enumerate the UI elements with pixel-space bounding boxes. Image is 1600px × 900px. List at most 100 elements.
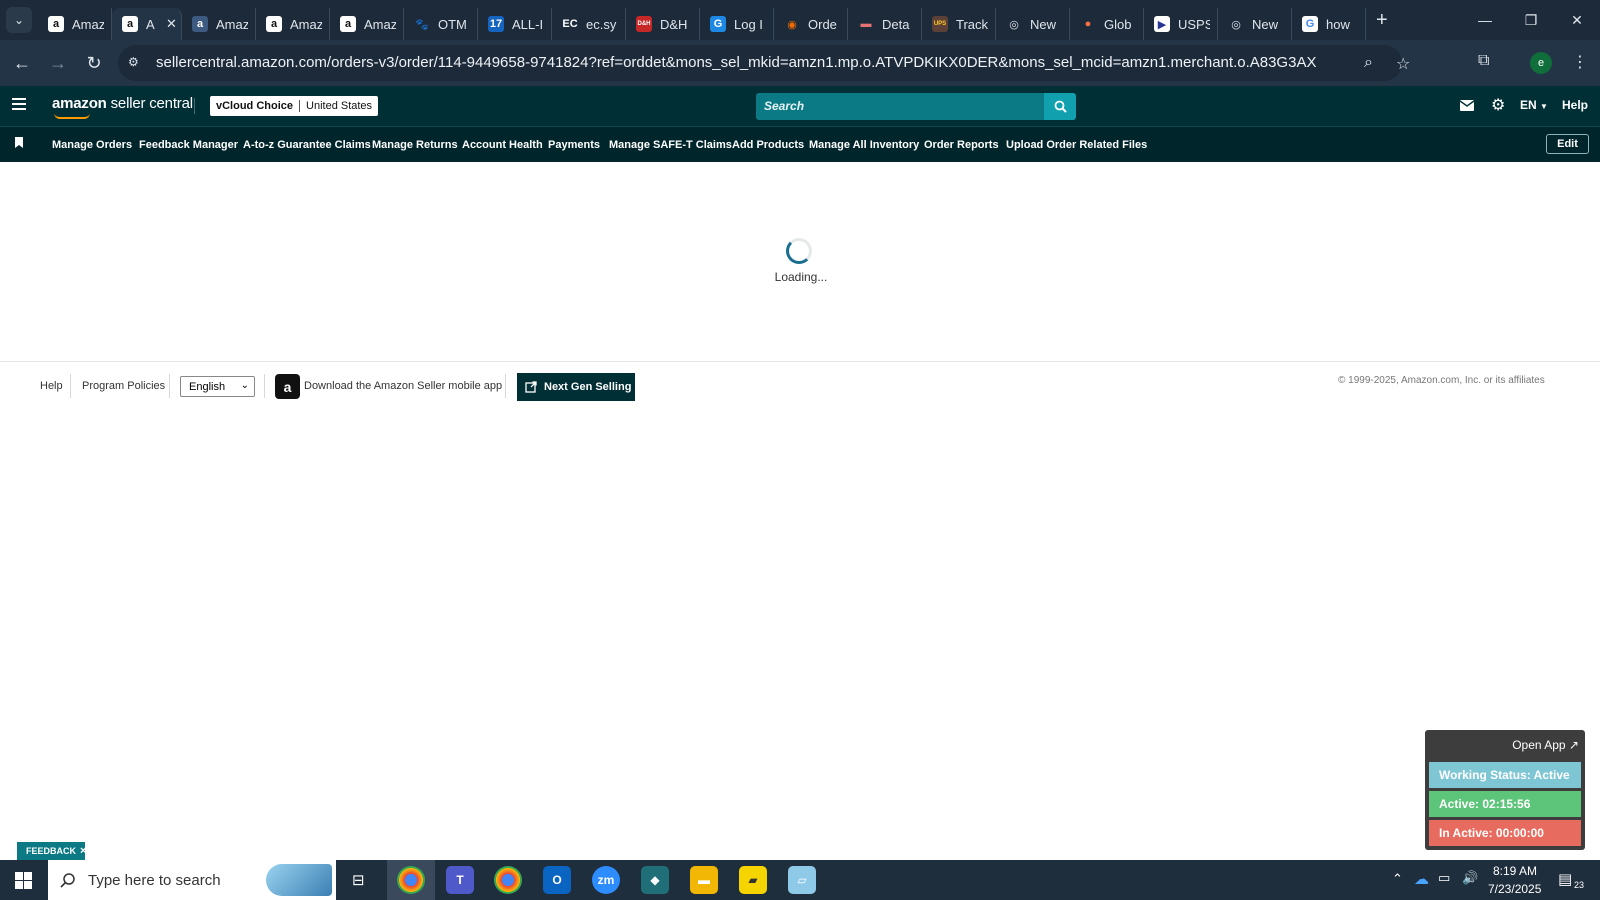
close-icon[interactable]: × [80, 845, 86, 857]
chrome-app-icon[interactable] [397, 866, 425, 894]
language-switcher[interactable]: EN ▼ [1520, 98, 1548, 112]
reload-button[interactable]: ↻ [82, 51, 106, 75]
bookmark-icon[interactable] [15, 137, 23, 148]
onedrive-icon[interactable]: ☁ [1414, 870, 1429, 888]
url-text[interactable]: sellercentral.amazon.com/orders-v3/order… [156, 54, 1316, 71]
tab-favicon-icon: a [192, 16, 208, 32]
tray-chevron-up-icon[interactable]: ⌃ [1392, 871, 1403, 887]
browser-tab[interactable]: a Amaz [38, 8, 112, 40]
tab-title: Amaz [216, 16, 248, 32]
back-button[interactable]: ← [10, 51, 34, 75]
profile-avatar[interactable]: e [1530, 52, 1552, 74]
taskbar-search-input[interactable]: Type here to search [48, 860, 336, 900]
zoom-app-icon[interactable]: zm [592, 866, 620, 894]
amazon-app-icon[interactable]: a [275, 374, 300, 399]
network-icon[interactable]: ▭ [1438, 870, 1450, 886]
close-window-button[interactable]: ✕ [1554, 0, 1600, 40]
tab-favicon-icon: ▶ [1154, 16, 1170, 32]
hamburger-menu-icon[interactable] [12, 98, 26, 110]
tab-title: Amaz [364, 16, 396, 32]
browser-tab[interactable]: a Amaz [330, 8, 404, 40]
next-gen-selling-button[interactable]: Next Gen Selling [517, 373, 635, 401]
file-explorer-icon[interactable]: ▬ [690, 866, 718, 894]
tab-favicon-icon: 17 [488, 16, 504, 32]
browser-tab[interactable]: UPS Track [922, 8, 996, 40]
bookmark-star-icon[interactable]: ☆ [1396, 54, 1410, 74]
tab-search-button[interactable]: ⌄ [6, 7, 32, 33]
chrome-profile-app-icon[interactable] [494, 866, 522, 894]
nav-item[interactable]: Order Reports [924, 139, 999, 151]
restore-button[interactable]: ❐ [1508, 0, 1554, 40]
search-button[interactable] [1044, 93, 1076, 120]
tab-close-icon[interactable]: ✕ [166, 16, 177, 32]
kiro-app-icon[interactable]: ◆ [641, 866, 669, 894]
download-app-link[interactable]: Download the Amazon Seller mobile app [304, 380, 502, 392]
help-link[interactable]: Help [1562, 98, 1588, 112]
browser-menu-icon[interactable]: ⋮ [1572, 52, 1588, 72]
open-app-link[interactable]: Open App ↗ [1512, 738, 1579, 752]
feedback-tab[interactable]: FEEDBACK × [17, 842, 86, 860]
sticky-notes-icon[interactable]: ▰ [739, 866, 767, 894]
browser-tab[interactable]: 17 ALL-I [478, 8, 552, 40]
new-tab-button[interactable]: + [1376, 9, 1388, 32]
browser-tab[interactable]: ▶ USPS [1144, 8, 1218, 40]
mail-icon[interactable] [1460, 100, 1474, 111]
nav-item[interactable]: A-to-z Guarantee Claims [243, 139, 371, 151]
tab-favicon-icon: ● [1084, 18, 1092, 30]
browser-tab[interactable]: ▬ Deta [848, 8, 922, 40]
teams-app-icon[interactable]: T [446, 866, 474, 894]
external-link-icon [525, 381, 537, 393]
nav-item[interactable]: Account Health [462, 139, 543, 151]
windows-taskbar: Type here to search ⊟ T O zm ◆ ▬ ▰ ▱ ⌃ ☁… [0, 860, 1600, 900]
clock-date[interactable]: 7/23/2025 [1488, 882, 1541, 896]
address-bar[interactable]: ⚙ sellercentral.amazon.com/orders-v3/ord… [118, 45, 1410, 81]
notifications-icon[interactable]: ▤ [1558, 870, 1572, 888]
nav-item[interactable]: Feedback Manager [139, 139, 238, 151]
language-select[interactable]: English ⌄ [180, 376, 255, 397]
browser-tab[interactable]: D&H D&H [626, 8, 700, 40]
search-input[interactable]: Search [756, 93, 1046, 120]
nav-item[interactable]: Upload Order Related Files [1006, 139, 1147, 151]
brand-logo[interactable]: amazon seller central [52, 95, 193, 112]
nav-item[interactable]: Manage SAFE-T Claims [609, 139, 732, 151]
site-info-icon[interactable]: ⚙ [128, 55, 144, 71]
settings-gear-icon[interactable]: ⚙ [1491, 95, 1505, 115]
nav-item[interactable]: Payments [548, 139, 600, 151]
edit-nav-button[interactable]: Edit [1546, 134, 1589, 154]
forward-button[interactable]: → [46, 51, 70, 75]
search-highlight-art [266, 864, 332, 896]
browser-tab[interactable]: ◎ New [1218, 8, 1292, 40]
nav-item[interactable]: Add Products [732, 139, 804, 151]
browser-tab[interactable]: a Amaz [256, 8, 330, 40]
browser-tab[interactable]: Ghow [1292, 8, 1366, 40]
nav-item[interactable]: Manage Orders [52, 139, 132, 151]
outlook-app-icon[interactable]: O [543, 866, 571, 894]
tab-favicon-icon: ◎ [1231, 18, 1241, 31]
store-picker[interactable]: vCloud Choice United States [210, 96, 379, 116]
tab-favicon-icon: D&H [636, 16, 652, 32]
clock-time[interactable]: 8:19 AM [1493, 864, 1537, 878]
working-status-row: Working Status: Active [1429, 762, 1581, 788]
volume-icon[interactable]: 🔊 [1462, 870, 1478, 886]
notepad-app-icon[interactable]: ▱ [788, 866, 816, 894]
windows-start-icon[interactable] [15, 872, 32, 889]
nav-item[interactable]: Manage Returns [372, 139, 458, 151]
browser-tab[interactable]: a Amaz [182, 8, 256, 40]
minimize-button[interactable]: — [1462, 0, 1508, 40]
browser-tab[interactable]: ● Glob [1070, 8, 1144, 40]
browser-tab[interactable]: a A ✕ [112, 8, 182, 40]
browser-tab[interactable]: EC ec.sy [552, 8, 626, 40]
browser-tab[interactable]: ◉ Orde [774, 8, 848, 40]
tab-title: USPS [1178, 16, 1210, 32]
zoom-icon[interactable]: ⌕ [1364, 54, 1373, 72]
extensions-icon[interactable]: ⧉ [1478, 52, 1489, 70]
task-view-icon[interactable]: ⊟ [352, 871, 365, 889]
tab-favicon-icon: a [340, 16, 356, 32]
browser-tab[interactable]: G Log I [700, 8, 774, 40]
footer-help-link[interactable]: Help [40, 380, 63, 392]
program-policies-link[interactable]: Program Policies [82, 380, 165, 392]
browser-tab[interactable]: 🐾 OTM [404, 8, 478, 40]
nav-item[interactable]: Manage All Inventory [809, 139, 919, 151]
search-placeholder: Search [764, 99, 805, 113]
browser-tab[interactable]: ◎ New [996, 8, 1070, 40]
